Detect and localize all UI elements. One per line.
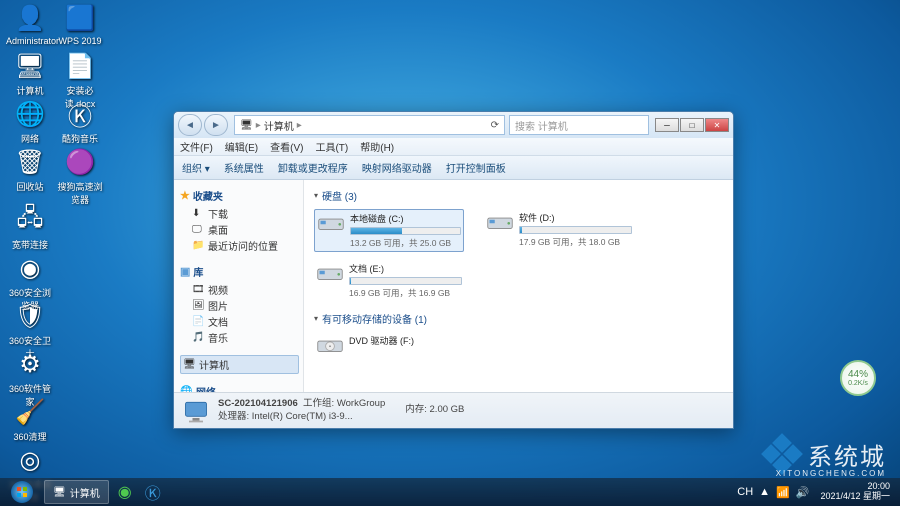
tray-flag-icon[interactable]: ▲ (759, 486, 770, 498)
computer-icon: 🖥 (14, 50, 46, 82)
search-input[interactable]: 搜索 计算机 (509, 115, 649, 135)
group-removable[interactable]: 有可移动存储的设备 (1) (314, 311, 723, 326)
kugou-icon: Ⓚ (64, 98, 96, 130)
tray-volume-icon[interactable]: 🔊 (796, 486, 810, 499)
wps-icon: 🟦 (64, 2, 96, 34)
start-button[interactable] (4, 479, 40, 505)
gadget-cpu[interactable]: 44% 0.2K/s (840, 360, 876, 396)
360browser-icon: ◉ (14, 252, 46, 284)
docx-icon: 📄 (64, 50, 96, 82)
close-button[interactable]: ✕ (705, 118, 729, 132)
administrator-icon: 👤 (14, 2, 46, 34)
recycle-icon: 🗑 (14, 146, 46, 178)
content-pane: 硬盘 (3) 本地磁盘 (C:) 13.2 GB 可用，共 25.0 GB 软件… (304, 180, 733, 392)
menu-item[interactable]: 工具(T) (315, 139, 348, 154)
toolbar-item[interactable]: 打开控制面板 (446, 160, 506, 175)
desktop-icon-computer[interactable]: 🖥计算机 (6, 50, 54, 97)
desktop-icon-administrator[interactable]: 👤Administrator (6, 2, 54, 46)
toolbar-item[interactable]: 组织 ▾ (182, 160, 210, 175)
computer-name: SC-202104121906 (218, 398, 298, 409)
toolbar-item[interactable]: 系统属性 (224, 160, 264, 175)
computer-icon: 🖥 (240, 120, 253, 131)
menu-item[interactable]: 文件(F) (180, 139, 213, 154)
desktop-icon-sogou[interactable]: 🟣搜狗高速浏览器 (56, 146, 104, 206)
watermark: 系统城 (764, 436, 886, 472)
sogou-icon: 🟣 (64, 146, 96, 178)
desktop-icon-recycle[interactable]: 🗑回收站 (6, 146, 54, 193)
360safe-icon: 🛡 (14, 300, 46, 332)
address-bar[interactable]: 🖥 ▸ 计算机 ▸ ⟳ (234, 115, 505, 135)
taskbar: 🖥计算机 ◉ Ⓚ CH ▲ 📶 🔊 20:00 2021/4/12 星期一 (0, 478, 900, 506)
hdd-icon (316, 262, 344, 284)
network-icon: 🌐 (14, 98, 46, 130)
tray-clock[interactable]: 20:00 2021/4/12 星期一 (820, 482, 890, 502)
toolbar-item[interactable]: 卸载或更改程序 (278, 160, 348, 175)
desktop-icon-kugou[interactable]: Ⓚ酷狗音乐 (56, 98, 104, 145)
sidebar-item[interactable]: 🖼图片 (192, 298, 299, 313)
system-tray: CH ▲ 📶 🔊 20:00 2021/4/12 星期一 (734, 482, 896, 502)
menu-item[interactable]: 查看(V) (270, 139, 303, 154)
desktop-icon-wps[interactable]: 🟦WPS 2019 (56, 2, 104, 46)
toolbar: 组织 ▾ 系统属性卸载或更改程序映射网络驱动器打开控制面板 (174, 156, 733, 180)
titlebar: ◄ ► 🖥 ▸ 计算机 ▸ ⟳ 搜索 计算机 ─ □ ✕ (174, 112, 733, 138)
360speed-icon: ◎ (14, 444, 46, 476)
sidebar: ★收藏夹 ⬇下载🖵桌面📁最近访问的位置 ▣库 🎞视频🖼图片📄文档🎵音乐 🖥计算机… (174, 180, 304, 392)
group-hdd[interactable]: 硬盘 (3) (314, 188, 723, 203)
drive-item[interactable]: 软件 (D:) 17.9 GB 可用，共 18.0 GB (484, 209, 634, 252)
dvd-icon (316, 334, 344, 356)
nav-forward-button[interactable]: ► (204, 114, 228, 136)
sidebar-computer[interactable]: 🖥计算机 (180, 355, 299, 374)
hdd-icon (486, 211, 514, 233)
menu-bar: 文件(F) 编辑(E) 查看(V) 工具(T) 帮助(H) (174, 138, 733, 156)
sidebar-item[interactable]: 📄文档 (192, 314, 299, 329)
desktop-icon-remote[interactable]: 🖧宽带连接 (6, 204, 54, 251)
sidebar-item[interactable]: 🖵桌面 (192, 222, 299, 237)
tray-lang[interactable]: CH (737, 486, 753, 498)
desktop-icon-360clean[interactable]: 🧹360清理 (6, 396, 54, 443)
minimize-button[interactable]: ─ (655, 118, 679, 132)
taskbar-item-explorer[interactable]: 🖥计算机 (44, 480, 109, 504)
explorer-window: ◄ ► 🖥 ▸ 计算机 ▸ ⟳ 搜索 计算机 ─ □ ✕ 文件(F) 编辑(E) 查… (173, 111, 734, 429)
sidebar-libraries[interactable]: ▣库 (180, 264, 299, 279)
sidebar-item[interactable]: ⬇下载 (192, 206, 299, 221)
nav-back-button[interactable]: ◄ (178, 114, 202, 136)
sidebar-item[interactable]: 🎞视频 (192, 282, 299, 297)
refresh-icon[interactable]: ⟳ (491, 120, 499, 131)
maximize-button[interactable]: □ (680, 118, 704, 132)
taskbar-pin-kugou[interactable]: Ⓚ (141, 480, 165, 504)
taskbar-pin-360[interactable]: ◉ (113, 480, 137, 504)
360clean-icon: 🧹 (14, 396, 46, 428)
desktop-icon-network[interactable]: 🌐网络 (6, 98, 54, 145)
drive-item[interactable]: DVD 驱动器 (F:) (314, 332, 464, 358)
drive-item[interactable]: 本地磁盘 (C:) 13.2 GB 可用，共 25.0 GB (314, 209, 464, 252)
sidebar-network[interactable]: 🌐网络 (180, 384, 299, 392)
computer-icon (182, 397, 210, 425)
status-bar: SC-202104121906 工作组: WorkGroup 处理器: Inte… (174, 392, 733, 428)
watermark-sub: XITONGCHENG.COM (776, 469, 886, 478)
sidebar-favorites[interactable]: ★收藏夹 (180, 188, 299, 203)
hdd-icon (317, 212, 345, 234)
address-path: 计算机 (264, 118, 294, 133)
menu-item[interactable]: 帮助(H) (360, 139, 394, 154)
tray-network-icon[interactable]: 📶 (776, 486, 790, 499)
toolbar-item[interactable]: 映射网络驱动器 (362, 160, 432, 175)
remote-icon: 🖧 (14, 204, 46, 236)
sidebar-item[interactable]: 🎵音乐 (192, 330, 299, 345)
drive-item[interactable]: 文档 (E:) 16.9 GB 可用，共 16.9 GB (314, 260, 464, 301)
menu-item[interactable]: 编辑(E) (225, 139, 258, 154)
360setup-icon: ⚙ (14, 348, 46, 380)
sidebar-item[interactable]: 📁最近访问的位置 (192, 238, 299, 253)
